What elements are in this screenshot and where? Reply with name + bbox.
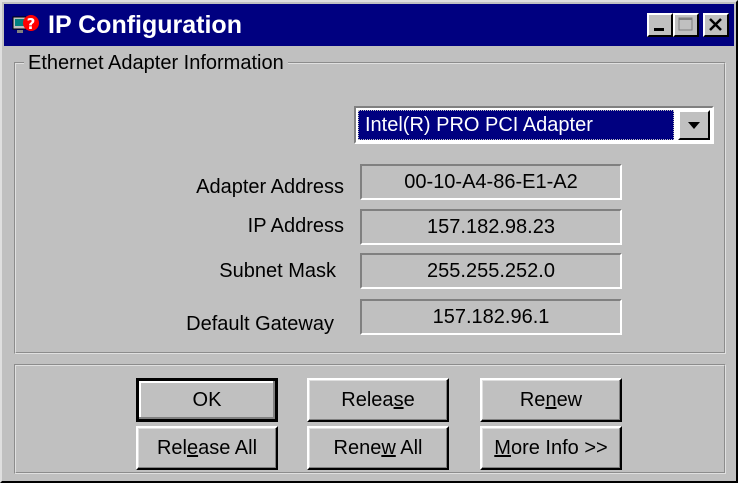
release-all-button[interactable]: Release All: [136, 426, 278, 470]
default-gateway-value: 157.182.96.1: [360, 299, 622, 335]
ip-address-value: 157.182.98.23: [360, 209, 622, 245]
mnemonic: s: [393, 389, 404, 411]
label-part: ase All: [198, 437, 258, 459]
renew-button[interactable]: Renew: [480, 378, 622, 422]
label-part: All: [395, 437, 423, 459]
release-button[interactable]: Release: [307, 378, 449, 422]
ip-config-icon[interactable]: ?: [12, 11, 40, 39]
renew-all-button[interactable]: Renew All: [307, 426, 449, 470]
maximize-button[interactable]: [673, 13, 699, 37]
chevron-down-icon: [688, 122, 700, 129]
ip-configuration-window: ? IP Configuration Ethernet Adapter Info…: [0, 0, 738, 483]
adapter-dropdown[interactable]: Intel(R) PRO PCI Adapter: [354, 106, 714, 144]
maximize-icon: [678, 17, 693, 31]
more-info-button[interactable]: More Info >>: [480, 426, 622, 470]
group-label: Ethernet Adapter Information: [24, 51, 288, 75]
label-part: ew: [556, 389, 583, 411]
minimize-button[interactable]: [647, 13, 673, 37]
window-title: IP Configuration: [48, 11, 242, 39]
minimize-icon: [654, 28, 664, 31]
ok-label: OK: [192, 389, 222, 411]
default-gateway-label: Default Gateway: [186, 313, 334, 335]
mnemonic: n: [545, 389, 557, 411]
label-part: Relea: [341, 389, 394, 411]
adapter-dropdown-value[interactable]: Intel(R) PRO PCI Adapter: [358, 110, 674, 140]
ok-button[interactable]: OK: [136, 378, 278, 422]
adapter-address-label: Adapter Address: [196, 176, 344, 198]
label-part: Rel: [156, 437, 187, 459]
label-part: e: [403, 389, 415, 411]
title-bar[interactable]: ? IP Configuration: [4, 4, 734, 46]
svg-text:?: ?: [27, 15, 36, 33]
label-part: Re: [519, 389, 546, 411]
close-icon: [709, 18, 722, 31]
adapter-address-value: 00-10-A4-86-E1-A2: [360, 164, 622, 200]
mnemonic: w: [381, 437, 396, 459]
subnet-mask-label: Subnet Mask: [219, 260, 336, 282]
ip-address-label: IP Address: [247, 215, 344, 237]
mnemonic: e: [186, 437, 199, 459]
dropdown-arrow-button[interactable]: [678, 110, 710, 140]
label-part: ore Info >>: [510, 437, 608, 459]
label-part: Rene: [333, 437, 382, 459]
close-button[interactable]: [703, 13, 729, 37]
mnemonic: M: [494, 437, 511, 459]
subnet-mask-value: 255.255.252.0: [360, 253, 622, 289]
